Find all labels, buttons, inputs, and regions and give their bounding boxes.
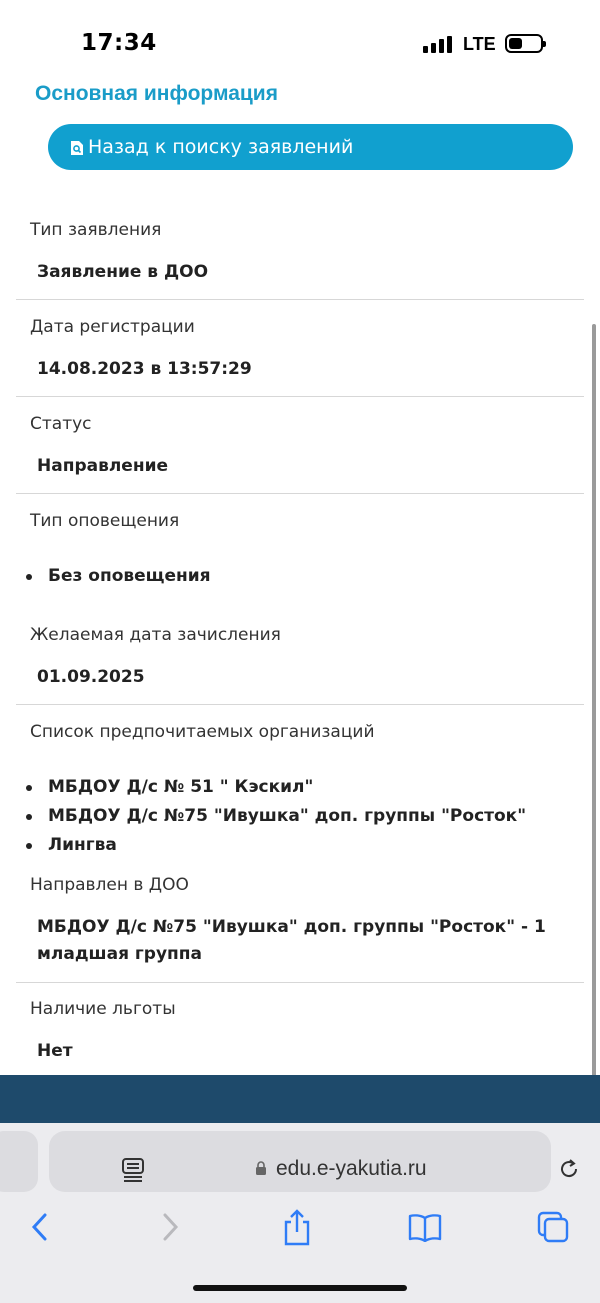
previous-tab-preview[interactable] [0, 1131, 38, 1192]
browser-toolbar [0, 1205, 600, 1255]
field-value: 01.09.2025 [37, 667, 145, 687]
preferred-orgs-list: МБДОУ Д/с № 51 " Кэскил" МБДОУ Д/с №75 "… [21, 773, 526, 860]
field-value: Нет [37, 1041, 73, 1061]
list-item: Лингва [21, 831, 526, 860]
back-arrow-icon[interactable] [20, 1205, 60, 1249]
divider [16, 704, 584, 705]
list-item: МБДОУ Д/с №75 "Ивушка" доп. группы "Рост… [21, 802, 526, 831]
bookmarks-icon[interactable] [405, 1205, 445, 1249]
lock-icon [255, 1160, 267, 1175]
field-label: Тип оповещения [30, 511, 180, 531]
reload-icon[interactable] [557, 1157, 581, 1181]
clock: 17:34 [81, 30, 157, 56]
reader-icon[interactable] [121, 1157, 145, 1183]
field-label: Список предпочитаемых организаций [30, 722, 375, 742]
battery-icon [505, 34, 546, 53]
field-value-line2: младшая группа [37, 944, 203, 964]
field-value-line1: МБДОУ Д/с №75 "Ивушка" доп. группы "Рост… [37, 917, 546, 937]
list-item: МБДОУ Д/с № 51 " Кэскил" [21, 773, 526, 802]
field-value: Заявление в ДОО [37, 262, 209, 282]
divider [16, 982, 584, 983]
section-title: Основная информация [35, 82, 278, 105]
tabs-icon[interactable] [533, 1205, 573, 1249]
field-value: 14.08.2023 в 13:57:29 [37, 359, 252, 379]
network-type: LTE [463, 34, 496, 54]
status-bar: 17:34 LTE [0, 0, 600, 80]
field-label: Дата регистрации [30, 317, 195, 337]
back-to-search-label: Назад к поиску заявлений [88, 136, 354, 158]
field-label: Желаемая дата зачисления [30, 625, 281, 645]
page-scrollbar[interactable] [592, 324, 596, 1119]
search-doc-icon [70, 139, 84, 155]
divider [16, 493, 584, 494]
field-label: Статус [30, 414, 92, 434]
divider [16, 396, 584, 397]
field-label: Тип заявления [30, 220, 162, 240]
cellular-signal-icon [423, 36, 453, 53]
field-label: Наличие льготы [30, 999, 176, 1019]
forward-arrow-icon[interactable] [150, 1205, 190, 1249]
divider [16, 299, 584, 300]
site-footer [0, 1075, 600, 1123]
list-item: Без оповещения [21, 562, 211, 591]
back-to-search-button[interactable]: Назад к поиску заявлений [48, 124, 573, 170]
field-label: Направлен в ДОО [30, 875, 189, 895]
url-text[interactable]: edu.e-yakutia.ru [276, 1157, 427, 1181]
notification-list: Без оповещения [21, 562, 211, 591]
field-value: Направление [37, 456, 169, 476]
share-icon[interactable] [277, 1205, 317, 1249]
address-bar[interactable]: edu.e-yakutia.ru [49, 1131, 578, 1192]
home-indicator[interactable] [193, 1285, 407, 1291]
